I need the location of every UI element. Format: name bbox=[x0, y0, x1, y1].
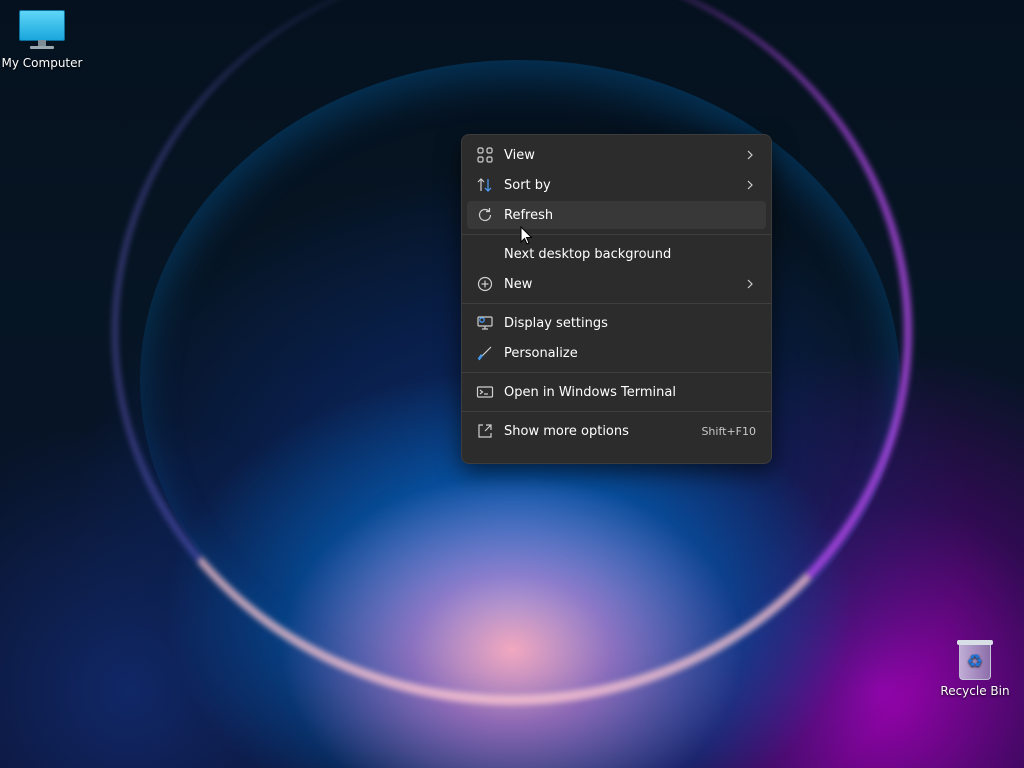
desktop-icon-my-computer[interactable]: My Computer bbox=[0, 8, 84, 70]
desktop[interactable]: My Computer ♻ Recycle Bin View Sort by R… bbox=[0, 0, 1024, 768]
menu-item-personalize[interactable]: Personalize bbox=[467, 339, 766, 367]
menu-item-new[interactable]: New bbox=[467, 270, 766, 298]
menu-separator bbox=[462, 303, 771, 304]
menu-item-view[interactable]: View bbox=[467, 141, 766, 169]
display-settings-icon bbox=[477, 316, 493, 330]
menu-item-label: New bbox=[504, 276, 533, 292]
menu-item-label: Open in Windows Terminal bbox=[504, 384, 676, 400]
menu-item-open-in-windows-terminal[interactable]: Open in Windows Terminal bbox=[467, 378, 766, 406]
desktop-icon-label: My Computer bbox=[1, 56, 83, 70]
desktop-context-menu: View Sort by Refresh Next desktop backgr… bbox=[461, 134, 772, 464]
menu-item-label: Sort by bbox=[504, 177, 551, 193]
recycle-bin-icon: ♻ bbox=[957, 638, 993, 680]
menu-item-refresh[interactable]: Refresh bbox=[467, 201, 766, 229]
menu-separator bbox=[462, 372, 771, 373]
menu-item-show-more-options[interactable]: Show more options Shift+F10 bbox=[467, 417, 766, 445]
refresh-icon bbox=[478, 208, 492, 222]
grid-icon bbox=[477, 147, 493, 163]
menu-item-shortcut: Shift+F10 bbox=[701, 424, 756, 438]
chevron-right-icon bbox=[747, 279, 753, 289]
monitor-icon bbox=[19, 8, 65, 52]
menu-item-label: Show more options bbox=[504, 423, 629, 439]
menu-item-label: Next desktop background bbox=[504, 246, 672, 262]
chevron-right-icon bbox=[747, 180, 753, 190]
chevron-right-icon bbox=[747, 150, 753, 160]
desktop-icon-recycle-bin[interactable]: ♻ Recycle Bin bbox=[933, 638, 1017, 698]
menu-item-next-desktop-background[interactable]: Next desktop background bbox=[467, 240, 766, 268]
sort-icon bbox=[477, 178, 492, 192]
menu-item-label: Refresh bbox=[504, 207, 554, 223]
share-icon bbox=[478, 424, 492, 438]
menu-item-label: Display settings bbox=[504, 315, 608, 331]
menu-item-display-settings[interactable]: Display settings bbox=[467, 309, 766, 337]
plus-circle-icon bbox=[477, 276, 493, 292]
brush-icon bbox=[477, 346, 492, 361]
terminal-icon bbox=[476, 386, 494, 398]
menu-item-label: Personalize bbox=[504, 345, 578, 361]
menu-item-label: View bbox=[504, 147, 535, 163]
menu-item-sort-by[interactable]: Sort by bbox=[467, 171, 766, 199]
mouse-pointer-icon bbox=[520, 226, 533, 245]
desktop-icon-label: Recycle Bin bbox=[940, 684, 1010, 698]
menu-separator bbox=[462, 411, 771, 412]
menu-separator bbox=[462, 234, 771, 235]
